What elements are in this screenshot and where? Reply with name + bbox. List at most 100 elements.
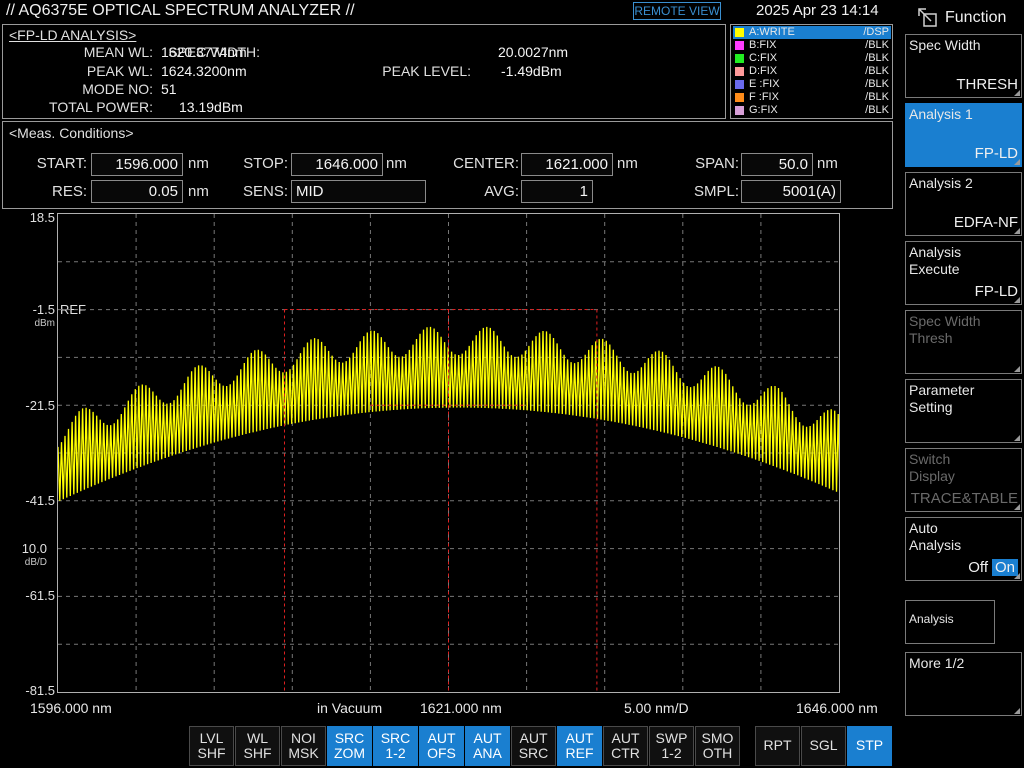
peak-wl-label: PEAK WL: [86, 63, 153, 79]
x-center-unit: nm [482, 700, 502, 716]
res-field[interactable]: 0.05 [91, 180, 183, 203]
sweep-key-sgl[interactable]: SGL [801, 726, 846, 766]
func-button-value: THRESH [956, 76, 1018, 93]
trace-name: B:FIX [749, 39, 777, 51]
func-button-auto-analysis[interactable]: Auto Analysis Off On [905, 517, 1022, 581]
func-button-label: Auto Analysis [909, 520, 962, 553]
softkey-aut-ref[interactable]: AUT REF [557, 726, 602, 766]
softkey-noi-msk[interactable]: NOI MSK [281, 726, 326, 766]
spectrum-canvas[interactable] [57, 214, 841, 692]
trace-row[interactable]: F :FIX/BLK [733, 91, 891, 104]
ref-unit: dBm [34, 318, 55, 329]
spec-width-value: 20.0027nm [498, 44, 569, 60]
trace-name: C:FIX [749, 52, 778, 64]
y-label-mid1: -21.5 [25, 398, 55, 413]
center-field[interactable]: 1621.000 [521, 153, 613, 176]
sweep-key-stp[interactable]: STP [847, 726, 892, 766]
smpl-label: SMPL: [693, 183, 739, 200]
softkey-lvl-shf[interactable]: LVL SHF [189, 726, 234, 766]
trace-mode: /BLK [865, 52, 889, 64]
softkey-src-zom[interactable]: SRC ZOM [327, 726, 372, 766]
start-field[interactable]: 1596.000 [91, 153, 183, 176]
trace-mode: /BLK [865, 104, 889, 116]
spectrum-graph[interactable] [57, 213, 841, 693]
submenu-indicator-icon [1014, 573, 1020, 579]
span-field[interactable]: 50.0 [741, 153, 813, 176]
softkey-aut-src[interactable]: AUT SRC [511, 726, 556, 766]
func-button-analysis-2[interactable]: Analysis 2 EDFA-NF [905, 172, 1022, 236]
x-center-label: 1621.000 nm [420, 700, 502, 716]
stop-field[interactable]: 1646.000 [291, 153, 383, 176]
analysis-panel: <FP-LD ANALYSIS> MEAN WL: 1620.3774nm SP… [2, 24, 726, 119]
y-label-mid2: -41.5 [25, 493, 55, 508]
function-icon[interactable] [916, 6, 937, 27]
trace-name: D:FIX [749, 65, 778, 77]
x-start-value: 1596.000 [30, 700, 89, 716]
trace-mode: /BLK [865, 91, 889, 103]
trace-name: E :FIX [749, 78, 780, 90]
y-label-ref: -1.5 [32, 302, 55, 317]
res-label: RES: [51, 183, 87, 200]
submenu-indicator-icon [1014, 90, 1020, 96]
stop-unit: nm [386, 155, 407, 172]
func-button-label: Switch Display [909, 451, 955, 484]
submenu-indicator-icon [1014, 159, 1020, 165]
submenu-indicator-icon [1014, 366, 1020, 372]
softkey-aut-ctr[interactable]: AUT CTR [603, 726, 648, 766]
softkey-swp-1-2[interactable]: SWP 1-2 [649, 726, 694, 766]
trace-mode: /DSP [863, 26, 889, 38]
softkey-wl-shf[interactable]: WL SHF [235, 726, 280, 766]
softkey-src-1-2[interactable]: SRC 1-2 [373, 726, 418, 766]
trace-row[interactable]: A:WRITE/DSP [733, 26, 891, 39]
peak-wl-value: 1624.3200nm [161, 63, 247, 79]
func-button-analysis[interactable]: Analysis [905, 600, 995, 644]
x-start-unit: nm [92, 700, 112, 716]
x-div-value: 5.00 [624, 700, 652, 716]
trace-name: G:FIX [749, 104, 778, 116]
avg-label: AVG: [484, 183, 519, 200]
trace-color-swatch [735, 41, 744, 50]
trace-row[interactable]: B:FIX/BLK [733, 39, 891, 52]
sens-field[interactable]: MID [291, 180, 426, 203]
x-stop-unit: nm [858, 700, 878, 716]
mode-no-label: MODE NO: [82, 81, 153, 97]
x-center-value: 1621.000 [420, 700, 479, 716]
trace-color-swatch [735, 28, 744, 37]
x-stop-label: 1646.000 nm [796, 700, 878, 716]
func-button-value: FP-LD [974, 283, 1018, 300]
func-button-label: Analysis 1 [909, 106, 973, 122]
auto-analysis-toggle[interactable]: Off On [968, 559, 1018, 576]
scale-unit: dB/D [24, 557, 47, 568]
trace-color-swatch [735, 93, 744, 102]
total-power-label: TOTAL POWER: [49, 99, 153, 115]
submenu-indicator-icon [1014, 435, 1020, 441]
remote-view-badge[interactable]: REMOTE VIEW [633, 2, 721, 20]
avg-field[interactable]: 1 [521, 180, 593, 203]
trace-name: A:WRITE [749, 26, 795, 38]
func-button-analysis-execute[interactable]: Analysis Execute FP-LD [905, 241, 1022, 305]
func-button-spec-width[interactable]: Spec Width THRESH [905, 34, 1022, 98]
trace-row[interactable]: C:FIX/BLK [733, 52, 891, 65]
trace-row[interactable]: E :FIX/BLK [733, 78, 891, 91]
smpl-field[interactable]: 5001(A) [741, 180, 841, 203]
trace-row[interactable]: G:FIX/BLK [733, 104, 891, 117]
x-div-unit: nm/D [655, 700, 689, 716]
func-button-more-1-2[interactable]: More 1/2 [905, 652, 1022, 716]
softkey-smo-oth[interactable]: SMO OTH [695, 726, 740, 766]
start-label: START: [36, 155, 87, 172]
toggle-off-label[interactable]: Off [968, 559, 988, 576]
func-button-label: Analysis 2 [909, 175, 973, 191]
submenu-indicator-icon [1014, 708, 1020, 714]
func-button-switch-display[interactable]: Switch Display TRACE&TABLE [905, 448, 1022, 512]
func-button-parameter-setting[interactable]: Parameter Setting [905, 379, 1022, 443]
softkey-aut-ana[interactable]: AUT ANA [465, 726, 510, 766]
peak-level-label: PEAK LEVEL: [382, 63, 471, 79]
func-button-spec-width-thresh[interactable]: Spec Width Thresh [905, 310, 1022, 374]
trace-row[interactable]: D:FIX/BLK [733, 65, 891, 78]
func-button-analysis-1[interactable]: Analysis 1 FP-LD [905, 103, 1022, 167]
softkey-aut-ofs[interactable]: AUT OFS [419, 726, 464, 766]
sweep-key-rpt[interactable]: RPT [755, 726, 800, 766]
center-unit: nm [617, 155, 638, 172]
span-unit: nm [817, 155, 838, 172]
scale-value: 10.0 [21, 541, 47, 556]
